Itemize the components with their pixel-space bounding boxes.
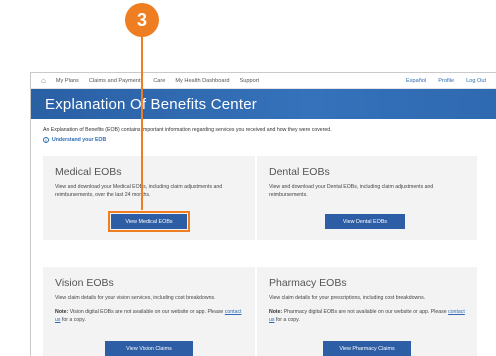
pharmacy-note-text: Pharmacy digital EOBs are not available …: [282, 308, 449, 315]
dental-eobs-description: View and download your Dental EOBs, incl…: [269, 184, 434, 198]
nav-item-my-plans[interactable]: My Plans: [56, 78, 79, 84]
nav-item-my-health-dashboard[interactable]: My Health Dashboard: [175, 78, 229, 84]
page-title: Explanation Of Benefits Center: [45, 95, 257, 113]
dental-eobs-card: Dental EOBs View and download your Denta…: [257, 156, 477, 240]
understand-eob-label: Understand your EOB: [52, 137, 107, 143]
vision-eobs-description: View claim details for your vision servi…: [55, 295, 216, 301]
step-callout-badge: 3: [125, 3, 159, 37]
dental-eobs-title: Dental EOBs: [269, 166, 330, 178]
intro-section: An Explanation of Benefits (EOB) contain…: [31, 119, 496, 143]
medical-eobs-description: View and download your Medical EOBs, inc…: [55, 184, 223, 198]
pharmacy-eobs-title: Pharmacy EOBs: [269, 277, 347, 289]
vision-note-label: Note:: [55, 308, 69, 315]
view-medical-eobs-button[interactable]: View Medical EOBs: [108, 211, 190, 232]
medical-eobs-title: Medical EOBs: [55, 166, 122, 178]
view-vision-claims-button[interactable]: View Vision Claims: [105, 341, 193, 356]
callout-leader-line: [141, 36, 143, 210]
vision-eobs-card: Vision EOBs View claim details for your …: [43, 267, 255, 356]
vision-note-end: for a copy.: [60, 316, 86, 323]
vision-note-text: Vision digital EOBs are not available on…: [68, 308, 225, 315]
info-icon: i: [43, 137, 49, 143]
pharmacy-eobs-description: View claim details for your prescription…: [269, 295, 426, 301]
profile-link[interactable]: Profile: [438, 78, 454, 84]
view-dental-eobs-button[interactable]: View Dental EOBs: [325, 214, 405, 229]
vision-note: Note: Vision digital EOBs are not availa…: [55, 309, 243, 325]
nav-item-claims-and-payments[interactable]: Claims and Payments: [89, 78, 143, 84]
nav-item-care[interactable]: Care: [153, 78, 165, 84]
pharmacy-note-end: for a copy.: [274, 316, 300, 323]
language-link[interactable]: Español: [406, 78, 426, 84]
pharmacy-note-label: Note:: [269, 308, 283, 315]
vision-eobs-title: Vision EOBs: [55, 277, 114, 289]
logout-link[interactable]: Log Out: [466, 78, 486, 84]
top-navigation: ⌂ My Plans Claims and Payments Care My H…: [31, 73, 496, 89]
home-icon[interactable]: ⌂: [41, 76, 46, 85]
understand-eob-link[interactable]: i Understand your EOB: [43, 137, 484, 143]
screenshot-frame: ⌂ My Plans Claims and Payments Care My H…: [30, 72, 496, 356]
intro-description: An Explanation of Benefits (EOB) contain…: [43, 127, 332, 133]
pharmacy-note: Note: Pharmacy digital EOBs are not avai…: [269, 309, 465, 325]
view-pharmacy-claims-button[interactable]: View Pharmacy Claims: [323, 341, 411, 356]
medical-eobs-card: Medical EOBs View and download your Medi…: [43, 156, 255, 240]
pharmacy-eobs-card: Pharmacy EOBs View claim details for you…: [257, 267, 477, 356]
nav-item-support[interactable]: Support: [240, 78, 260, 84]
page-banner: Explanation Of Benefits Center: [31, 89, 496, 119]
